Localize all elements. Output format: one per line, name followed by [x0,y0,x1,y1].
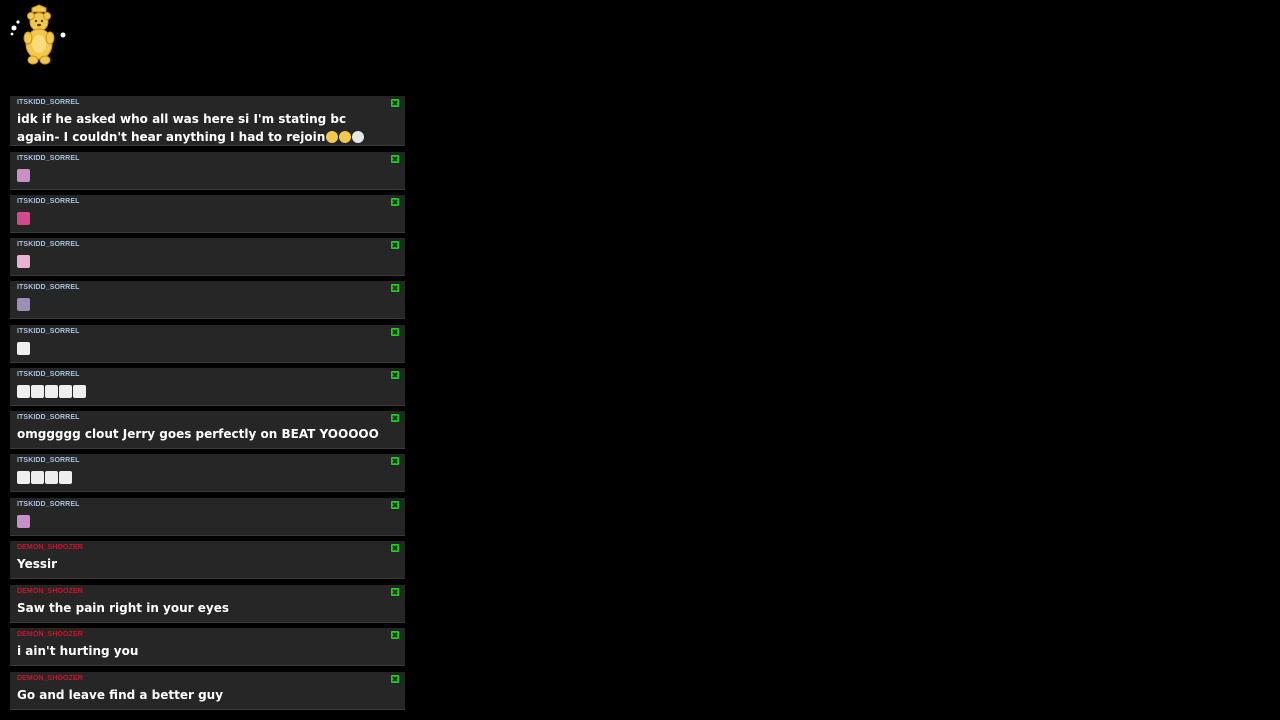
pink-sticker-emote-icon [17,169,30,182]
ghost-emote-icon [45,385,58,398]
chat-emote-row [17,385,86,398]
chat-emote-row [17,169,30,182]
ghost-emote-icon [59,385,72,398]
green-badge-icon [391,414,399,422]
chat-emote-row [17,298,30,311]
chat-username[interactable]: DEMON_SHOOZER [17,675,83,682]
pink-character-emote-icon [17,255,30,268]
chat-message: ITSKIDD_SORRELomggggg clout Jerry goes p… [10,411,405,449]
skull-emoji-icon [352,131,365,143]
green-badge-icon [391,675,399,683]
chat-username[interactable]: ITSKIDD_SORREL [17,99,79,106]
chat-message-body: Yessir [17,557,58,571]
chat-username[interactable]: DEMON_SHOOZER [17,588,83,595]
lips-emote-icon [17,212,30,225]
chat-message: DEMON_SHOOZER Yessir [10,541,405,579]
chat-message: ITSKIDD_SORRELidk if he asked who all wa… [10,96,405,146]
chat-username[interactable]: ITSKIDD_SORREL [17,457,79,464]
chat-message: DEMON_SHOOZER Go and leave find a better … [10,672,405,710]
chat-message: ITSKIDD_SORREL [10,238,405,276]
green-badge-icon [391,501,399,509]
chat-message: ITSKIDD_SORREL [10,195,405,233]
ghost-emote-icon [45,471,58,484]
chat-emote-row [17,212,30,225]
ghost-emote-icon [31,471,44,484]
chat-message: ITSKIDD_SORREL [10,498,405,536]
chat-message: ITSKIDD_SORREL [10,152,405,190]
chat-message-text: Saw the pain right in your eyes [17,599,392,617]
chat-message: DEMON_SHOOZERi ain't hurting you [10,628,405,666]
ghost-emote-icon [73,385,86,398]
stream-chat-overlay: ITSKIDD_SORRELidk if he asked who all wa… [0,0,1280,720]
chat-message-text: idk if he asked who all was here si I'm … [17,110,392,146]
green-badge-icon [391,198,399,206]
chat-username[interactable]: DEMON_SHOOZER [17,631,83,638]
chat-message: ITSKIDD_SORREL [10,368,405,406]
chat-username[interactable]: ITSKIDD_SORREL [17,155,79,162]
chat-message: ITSKIDD_SORREL [10,325,405,363]
pink-sticker-emote-icon [17,515,30,528]
chat-message-text: Go and leave find a better guy [17,686,392,704]
green-badge-icon [391,588,399,596]
chat-message: DEMON_SHOOZER Saw the pain right in your … [10,585,405,623]
green-badge-icon [391,457,399,465]
chat-username[interactable]: ITSKIDD_SORREL [17,198,79,205]
chat-message-body: idk if he asked who all was here si I'm … [17,112,347,144]
chat-message-text: Yessir [17,555,392,573]
green-badge-icon [391,155,399,163]
chat-username[interactable]: ITSKIDD_SORREL [17,414,79,421]
ghost-emote-icon [17,471,30,484]
chat-emote-row [17,471,72,484]
green-badge-icon [391,631,399,639]
ghost-emote-icon [17,342,30,355]
chat-emote-row [17,342,30,355]
face-emoji-icon [326,131,339,143]
chat-message-list[interactable]: ITSKIDD_SORRELidk if he asked who all wa… [10,96,405,720]
chat-emote-row [17,255,30,268]
green-badge-icon [391,544,399,552]
green-badge-icon [391,99,399,107]
chat-username[interactable]: ITSKIDD_SORREL [17,501,79,508]
green-badge-icon [391,371,399,379]
chat-message: ITSKIDD_SORREL [10,281,405,319]
chat-username[interactable]: ITSKIDD_SORREL [17,241,79,248]
ghost-emote-icon [31,385,44,398]
green-badge-icon [391,328,399,336]
ghost-emote-icon [59,471,72,484]
chat-username[interactable]: DEMON_SHOOZER [17,544,83,551]
chat-message-body: Go and leave find a better guy [17,688,224,702]
green-badge-icon [391,241,399,249]
sparkle-emote-icon [17,298,30,311]
chat-message-body: omggggg clout Jerry goes perfectly on BE… [17,427,379,441]
chat-message: ITSKIDD_SORREL [10,454,405,492]
chat-message-body: Saw the pain right in your eyes [17,601,229,615]
gold-bear-icon [4,4,70,70]
crying-laughing-emoji-icon [339,131,352,143]
chat-username[interactable]: ITSKIDD_SORREL [17,284,79,291]
ghost-emote-icon [17,385,30,398]
chat-message-text: omggggg clout Jerry goes perfectly on BE… [17,425,392,443]
chat-username[interactable]: ITSKIDD_SORREL [17,371,79,378]
chat-username[interactable]: ITSKIDD_SORREL [17,328,79,335]
green-badge-icon [391,284,399,292]
chat-message-body: i ain't hurting you [17,644,139,658]
chat-message-text: i ain't hurting you [17,642,392,660]
chat-emote-row [17,515,30,528]
